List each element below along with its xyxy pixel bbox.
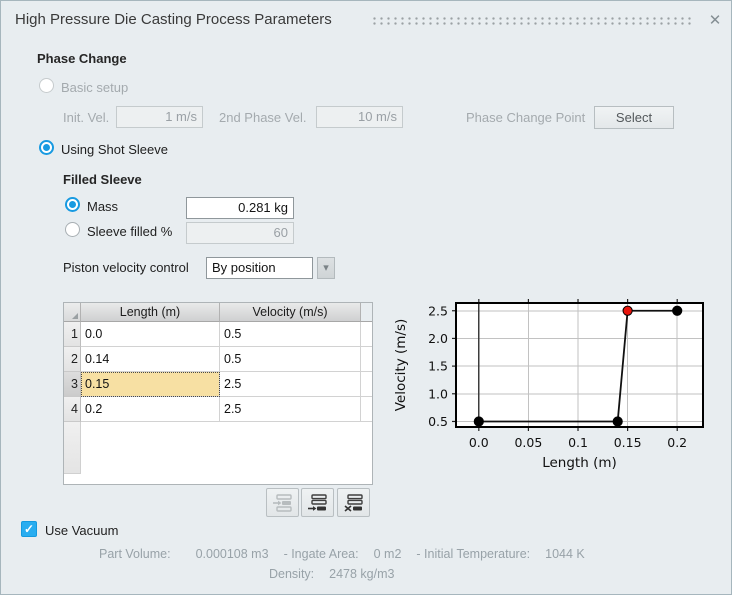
insert-row-icon bbox=[272, 494, 293, 512]
phase-change-point-label: Phase Change Point bbox=[466, 110, 585, 125]
table-cell[interactable]: 0.15 bbox=[81, 372, 220, 397]
chevron-down-icon: ▾ bbox=[323, 262, 329, 274]
ingate-area-value: 0 m2 bbox=[374, 547, 402, 561]
chart-point bbox=[613, 417, 622, 426]
velocity-chart: 0.0 0.05 0.1 0.15 0.2 0.5 1.0 1.5 2.0 2.5 Length (… bbox=[391, 289, 732, 479]
init-vel-field: 1 m/s bbox=[116, 106, 203, 128]
sleeve-filled-input: 60 bbox=[186, 222, 294, 244]
density-value: 2478 kg/m3 bbox=[329, 567, 394, 581]
summary-line-2: Density: 2478 kg/m3 bbox=[269, 567, 409, 581]
use-vacuum-label: Use Vacuum bbox=[45, 523, 118, 538]
table-cell[interactable]: 0.14 bbox=[81, 347, 220, 372]
row-header-1[interactable]: 1 bbox=[64, 322, 81, 347]
close-icon[interactable]: ✕ bbox=[705, 11, 725, 31]
table-cell[interactable]: 0.5 bbox=[220, 322, 361, 347]
table-row: 40.22.5 bbox=[64, 397, 372, 422]
section-label-filled-sleeve: Filled Sleeve bbox=[63, 172, 142, 187]
table-row: 30.152.5 bbox=[64, 372, 372, 397]
svg-text:0.2: 0.2 bbox=[667, 435, 687, 450]
svg-text:0.05: 0.05 bbox=[514, 435, 542, 450]
piston-velocity-control-label: Piston velocity control bbox=[63, 260, 189, 275]
use-vacuum-checkbox[interactable]: ✓ bbox=[21, 521, 37, 537]
section-label-phase-change: Phase Change bbox=[37, 51, 127, 66]
hpdc-parameters-dialog: High Pressure Die Casting Process Parame… bbox=[0, 0, 732, 595]
svg-text:0.5: 0.5 bbox=[428, 414, 448, 429]
initial-temperature-label: - Initial Temperature: bbox=[416, 547, 530, 561]
part-volume-label: Part Volume: bbox=[99, 547, 171, 561]
table-cell[interactable]: 0.2 bbox=[81, 397, 220, 422]
table-header-row: Length (m) Velocity (m/s) bbox=[64, 303, 372, 322]
row-header-2[interactable]: 2 bbox=[64, 347, 81, 372]
init-vel-label: Init. Vel. bbox=[63, 110, 109, 125]
table-cell[interactable]: 0.0 bbox=[81, 322, 220, 347]
table-empty-area bbox=[64, 422, 372, 484]
svg-text:0.15: 0.15 bbox=[614, 435, 642, 450]
table-cell[interactable]: 2.5 bbox=[220, 397, 361, 422]
radio-mass[interactable] bbox=[65, 197, 80, 212]
row-header-3[interactable]: 3 bbox=[64, 372, 81, 397]
part-volume-value: 0.000108 m3 bbox=[196, 547, 269, 561]
dropdown-arrow-button[interactable]: ▾ bbox=[317, 257, 335, 279]
summary-line-1: Part Volume: 0.000108 m3 - Ingate Area: 0 m… bbox=[99, 547, 600, 561]
piston-velocity-dropdown[interactable]: By position bbox=[206, 257, 313, 279]
table-row: 20.140.5 bbox=[64, 347, 372, 372]
chart-point bbox=[673, 306, 682, 315]
select-button[interactable]: Select bbox=[594, 106, 674, 129]
row-extra-cell bbox=[361, 322, 372, 347]
chart-selected-point bbox=[623, 306, 632, 315]
column-header-length[interactable]: Length (m) bbox=[81, 303, 220, 322]
chart-ylabel: Velocity (m/s) bbox=[393, 319, 409, 412]
mass-input[interactable]: 0.281 kg bbox=[186, 197, 294, 219]
chart-point bbox=[474, 417, 483, 426]
column-header-extra bbox=[361, 303, 372, 322]
radio-sleeve-filled[interactable] bbox=[65, 222, 80, 237]
svg-text:2.0: 2.0 bbox=[428, 331, 448, 346]
mass-label: Mass bbox=[87, 199, 118, 214]
second-phase-vel-label: 2nd Phase Vel. bbox=[219, 110, 306, 125]
table-cell[interactable]: 0.5 bbox=[220, 347, 361, 372]
svg-text:1.5: 1.5 bbox=[428, 359, 448, 374]
svg-text:0.1: 0.1 bbox=[568, 435, 588, 450]
radio-basic-setup[interactable] bbox=[39, 78, 54, 93]
table-corner-cell[interactable] bbox=[64, 303, 81, 322]
chart-xlabel: Length (m) bbox=[542, 455, 617, 471]
row-extra-cell bbox=[361, 347, 372, 372]
parameters-table: Length (m) Velocity (m/s) 10.00.520.140.… bbox=[63, 302, 373, 485]
using-shot-sleeve-label: Using Shot Sleeve bbox=[61, 142, 168, 157]
sleeve-filled-label: Sleeve filled % bbox=[87, 224, 172, 239]
svg-text:0.0: 0.0 bbox=[469, 435, 489, 450]
add-row-button[interactable] bbox=[301, 488, 334, 517]
table-cell[interactable]: 2.5 bbox=[220, 372, 361, 397]
column-header-velocity[interactable]: Velocity (m/s) bbox=[220, 303, 361, 322]
row-header-filler bbox=[64, 422, 81, 474]
initial-temperature-value: 1044 K bbox=[545, 547, 585, 561]
row-extra-cell bbox=[361, 397, 372, 422]
delete-row-icon bbox=[343, 494, 364, 512]
delete-row-button[interactable] bbox=[337, 488, 370, 517]
ingate-area-label: - Ingate Area: bbox=[284, 547, 359, 561]
add-row-icon bbox=[307, 494, 328, 512]
row-extra-cell bbox=[361, 372, 372, 397]
density-label: Density: bbox=[269, 567, 314, 581]
drag-handle[interactable] bbox=[371, 16, 693, 25]
dialog-title: High Pressure Die Casting Process Parame… bbox=[15, 11, 332, 28]
insert-row-button bbox=[266, 488, 299, 517]
table-row: 10.00.5 bbox=[64, 322, 372, 347]
basic-setup-label: Basic setup bbox=[61, 80, 128, 95]
checkmark-icon: ✓ bbox=[24, 522, 34, 536]
row-header-4[interactable]: 4 bbox=[64, 397, 81, 422]
second-phase-vel-field: 10 m/s bbox=[316, 106, 403, 128]
corner-triangle-icon bbox=[72, 313, 78, 319]
svg-text:2.5: 2.5 bbox=[428, 303, 448, 318]
svg-text:1.0: 1.0 bbox=[428, 386, 448, 401]
radio-using-shot-sleeve[interactable] bbox=[39, 140, 54, 155]
